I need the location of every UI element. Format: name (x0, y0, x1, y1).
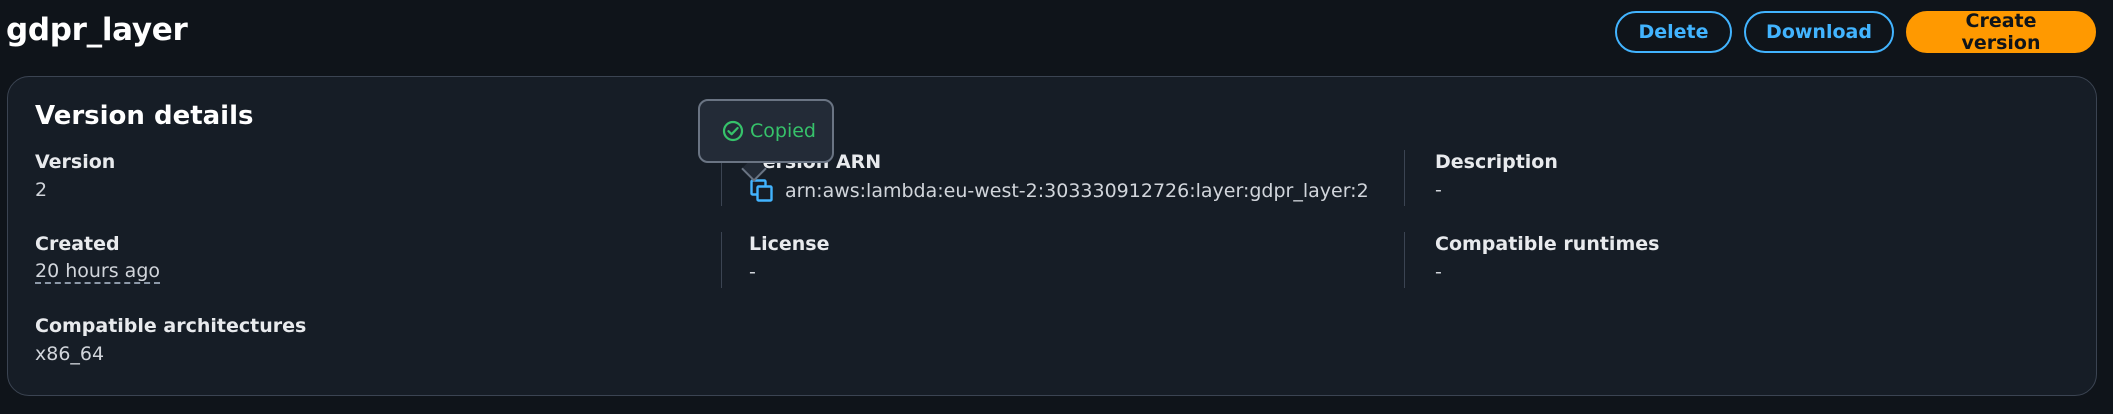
compatible-architectures-value: x86_64 (35, 343, 105, 365)
copied-tooltip: Copied (698, 99, 834, 163)
card-title: Version details (35, 101, 254, 131)
compatible-architectures-label: Compatible architectures (35, 315, 307, 337)
details-row: Version 2 Version ARN arn:aws:lambda:eu-… (35, 150, 2075, 206)
description-value: - (1435, 179, 1442, 201)
page-header: gdpr_layer Delete Download Create versio… (0, 0, 2113, 64)
version-field: Version 2 (35, 150, 715, 206)
tooltip-text: Copied (750, 120, 816, 142)
compatible-runtimes-label: Compatible runtimes (1435, 233, 1660, 255)
version-details-card: Version details Version 2 Version ARN (7, 76, 2097, 396)
page-title: gdpr_layer (6, 12, 188, 48)
compatible-runtimes-value: - (1435, 261, 1442, 283)
version-value: 2 (35, 179, 48, 201)
license-value: - (749, 261, 756, 283)
created-value-row: 20 hours ago (35, 260, 715, 284)
description-field: Description - (1404, 150, 2075, 206)
delete-button[interactable]: Delete (1615, 11, 1732, 53)
version-arn-label: Version ARN (749, 151, 882, 173)
create-version-button[interactable]: Create version (1906, 10, 2096, 54)
compatible-runtimes-field: Compatible runtimes - (1404, 232, 2075, 288)
download-button[interactable]: Download (1744, 11, 1894, 53)
license-label: License (749, 233, 830, 255)
compatible-architectures-field: Compatible architectures x86_64 (35, 314, 715, 370)
details-grid: Version 2 Version ARN arn:aws:lambda:eu-… (35, 150, 2075, 380)
version-arn-value-row: arn:aws:lambda:eu-west-2:303330912726:la… (749, 178, 1404, 204)
details-row: Created 20 hours ago License - Compatibl… (35, 232, 2075, 288)
version-arn-value: arn:aws:lambda:eu-west-2:303330912726:la… (785, 180, 1369, 202)
check-circle-icon (722, 120, 744, 142)
created-field: Created 20 hours ago (35, 232, 715, 288)
created-value[interactable]: 20 hours ago (35, 260, 161, 284)
layer-version-page: gdpr_layer Delete Download Create versio… (0, 0, 2113, 414)
header-actions: Delete Download Create version (1615, 10, 2096, 54)
license-field: License - (721, 232, 1404, 288)
details-row: Compatible architectures x86_64 (35, 314, 2075, 370)
copy-icon[interactable] (749, 178, 775, 204)
created-label: Created (35, 233, 120, 255)
description-label: Description (1435, 151, 1558, 173)
version-label: Version (35, 151, 116, 173)
